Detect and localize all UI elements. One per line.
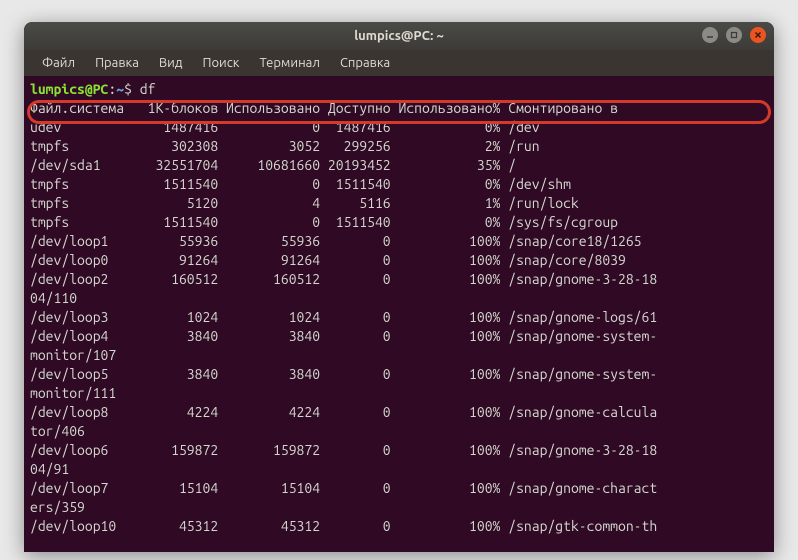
maximize-button[interactable] xyxy=(726,27,742,43)
menubar: Файл Правка Вид Поиск Терминал Справка xyxy=(24,50,774,76)
menu-edit[interactable]: Правка xyxy=(85,53,149,73)
terminal-window: lumpics@PC: ~ Файл Правка Вид Поиск Терм… xyxy=(24,22,774,552)
menu-view[interactable]: Вид xyxy=(149,53,193,73)
titlebar[interactable]: lumpics@PC: ~ xyxy=(24,22,774,50)
window-controls xyxy=(702,27,766,43)
menu-search[interactable]: Поиск xyxy=(192,53,249,73)
terminal-output[interactable]: lumpics@PC:~$ df Файл.система 1K-блоков … xyxy=(24,76,774,552)
menu-file[interactable]: Файл xyxy=(32,53,85,73)
minimize-button[interactable] xyxy=(702,27,718,43)
menu-help[interactable]: Справка xyxy=(330,53,400,73)
window-title: lumpics@PC: ~ xyxy=(354,29,444,43)
menu-terminal[interactable]: Терминал xyxy=(249,53,329,73)
close-button[interactable] xyxy=(750,27,766,43)
